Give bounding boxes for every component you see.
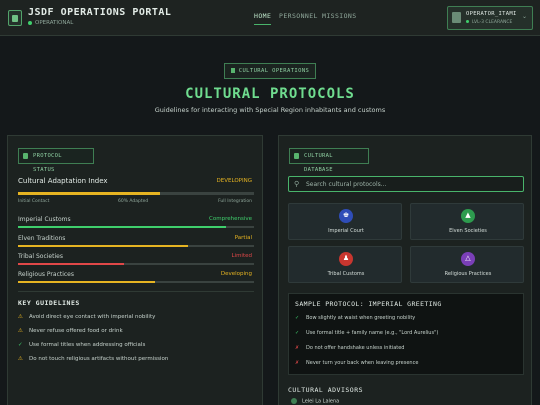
cross-icon: ✗ xyxy=(295,360,300,366)
user-name: OPERATOR_ITAMI xyxy=(466,11,517,17)
guideline-item: ⚠ Never refuse offered food or drink xyxy=(18,328,123,334)
metric-status: Developing xyxy=(220,271,252,277)
adaptation-index-label: Cultural Adaptation Index xyxy=(18,177,108,185)
tick-initial: Initial Contact xyxy=(18,199,50,204)
sample-protocol-title: SAMPLE PROTOCOL: IMPERIAL GREETING xyxy=(295,300,442,308)
adaptation-progress-fill xyxy=(18,192,160,195)
tick-full: Full Integration xyxy=(218,199,252,204)
portal-title: JSDF OPERATIONS PORTAL xyxy=(28,7,172,18)
category-label: Elven Societies xyxy=(449,228,487,234)
metric-label: Religious Practices xyxy=(18,271,74,278)
metric-status: Partial xyxy=(234,235,252,241)
guideline-text: Use formal titles when addressing offici… xyxy=(29,342,146,348)
adaptation-index-status: DEVELOPING xyxy=(216,178,252,184)
metric-bar xyxy=(18,263,254,265)
search-placeholder: Search cultural protocols... xyxy=(306,181,387,188)
system-status: OPERATIONAL xyxy=(28,20,73,26)
warning-icon: ⚠ xyxy=(18,328,23,334)
metric-bar-fill xyxy=(18,263,125,265)
status-dot-icon xyxy=(28,20,32,25)
guideline-text: Avoid direct eye contact with imperial n… xyxy=(29,314,156,320)
crown-icon: ♚ xyxy=(339,209,353,223)
advisor-item[interactable]: Lelei La Lalena xyxy=(291,398,339,405)
document-icon xyxy=(23,153,28,159)
hero-tag-label: CULTURAL OPERATIONS xyxy=(238,68,310,74)
metric-bar xyxy=(18,226,254,228)
user-clearance-label: LVL-3 CLEARANCE xyxy=(472,20,513,25)
category-label: Religious Practices xyxy=(444,271,492,277)
category-elven-societies[interactable]: ▲ Elven Societies xyxy=(410,203,524,240)
metric-status: Comprehensive xyxy=(209,216,252,222)
metric-bar-fill xyxy=(18,245,188,247)
search-input[interactable]: ⚲ Search cultural protocols... xyxy=(288,176,524,192)
nav-missions[interactable]: MISSIONS xyxy=(322,12,357,20)
search-icon: ⚲ xyxy=(294,180,300,188)
cultural-database-tag: CULTURAL DATABASE xyxy=(289,148,369,173)
protocol-status-tag: PROTOCOL STATUS xyxy=(18,148,94,173)
warning-icon: ⚠ xyxy=(18,314,23,320)
protocol-item-text: Never turn your back when leaving presen… xyxy=(306,360,419,366)
adaptation-progress-bar xyxy=(18,192,254,195)
top-header: JSDF OPERATIONS PORTAL OPERATIONAL HOME … xyxy=(0,0,540,36)
guidelines-title: KEY GUIDELINES xyxy=(18,299,80,307)
tick-adapted: 60% Adapted xyxy=(118,199,149,204)
metric-bar xyxy=(18,281,254,283)
guideline-item: ⚠ Avoid direct eye contact with imperial … xyxy=(18,314,155,320)
category-label: Imperial Court xyxy=(328,228,364,234)
page-subtitle: Guidelines for interacting with Special … xyxy=(154,106,386,114)
protocol-status-tag-label: PROTOCOL STATUS xyxy=(33,153,62,173)
warning-icon: ⚠ xyxy=(18,356,23,362)
system-status-label: OPERATIONAL xyxy=(35,20,74,26)
check-icon: ✓ xyxy=(295,330,300,336)
protocol-item: ✗ Never turn your back when leaving prese… xyxy=(295,360,418,366)
clearance-dot-icon xyxy=(466,20,469,23)
protocol-item: ✓ Bow slightly at waist when greeting nob… xyxy=(295,315,415,321)
metric-bar-fill xyxy=(18,281,155,283)
category-religious-practices[interactable]: △ Religious Practices xyxy=(410,246,524,283)
user-menu[interactable]: OPERATOR_ITAMI LVL-3 CLEARANCE ⌄ xyxy=(447,6,533,30)
nav-home[interactable]: HOME xyxy=(254,12,272,25)
tribe-icon: ♟ xyxy=(339,252,353,266)
advisors-title: CULTURAL ADVISORS xyxy=(288,386,364,394)
cross-icon: ✗ xyxy=(295,345,300,351)
guideline-text: Do not touch religious artifacts without… xyxy=(29,356,169,362)
divider xyxy=(18,291,254,292)
database-icon xyxy=(294,153,299,159)
protocol-status-panel: PROTOCOL STATUS Cultural Adaptation Inde… xyxy=(7,135,263,405)
avatar xyxy=(452,12,461,23)
metric-label: Imperial Customs xyxy=(18,216,71,223)
temple-icon: △ xyxy=(461,252,475,266)
category-label: Tribal Customs xyxy=(327,271,365,277)
protocol-item-text: Use formal title + family name (e.g., "L… xyxy=(306,330,439,336)
metric-bar xyxy=(18,245,254,247)
check-icon: ✓ xyxy=(18,342,23,348)
nav-personnel[interactable]: PERSONNEL xyxy=(279,12,318,20)
chevron-down-icon: ⌄ xyxy=(521,13,527,20)
category-tribal-customs[interactable]: ♟ Tribal Customs xyxy=(288,246,402,283)
cultural-database-tag-label: CULTURAL DATABASE xyxy=(304,153,333,173)
protocol-item-text: Do not offer handshake unless initiated xyxy=(306,345,405,351)
user-clearance: LVL-3 CLEARANCE xyxy=(466,20,512,25)
page-title: CULTURAL PROTOCOLS xyxy=(185,86,355,102)
tree-icon: ▲ xyxy=(461,209,475,223)
protocol-item: ✓ Use formal title + family name (e.g., "… xyxy=(295,330,438,336)
sample-protocol-box: SAMPLE PROTOCOL: IMPERIAL GREETING ✓ Bow … xyxy=(288,293,524,375)
guideline-text: Never refuse offered food or drink xyxy=(29,328,123,334)
protocol-item-text: Bow slightly at waist when greeting nobi… xyxy=(306,315,416,321)
advisor-avatar xyxy=(291,398,297,404)
guideline-item: ⚠ Do not touch religious artifacts withou… xyxy=(18,356,168,362)
hero-tag: CULTURAL OPERATIONS xyxy=(224,63,316,79)
tag-icon xyxy=(230,68,235,73)
category-imperial-court[interactable]: ♚ Imperial Court xyxy=(288,203,402,240)
logo-icon xyxy=(8,10,22,26)
metric-label: Tribal Societies xyxy=(18,253,63,260)
guideline-item: ✓ Use formal titles when addressing offic… xyxy=(18,342,145,348)
metric-label: Elven Traditions xyxy=(18,235,66,242)
cultural-database-panel: CULTURAL DATABASE ⚲ Search cultural prot… xyxy=(278,135,532,405)
check-icon: ✓ xyxy=(295,315,300,321)
metric-bar-fill xyxy=(18,226,226,228)
protocol-item: ✗ Do not offer handshake unless initiated xyxy=(295,345,404,351)
metric-status: Limited xyxy=(231,253,252,259)
advisor-name: Lelei La Lalena xyxy=(302,398,340,405)
